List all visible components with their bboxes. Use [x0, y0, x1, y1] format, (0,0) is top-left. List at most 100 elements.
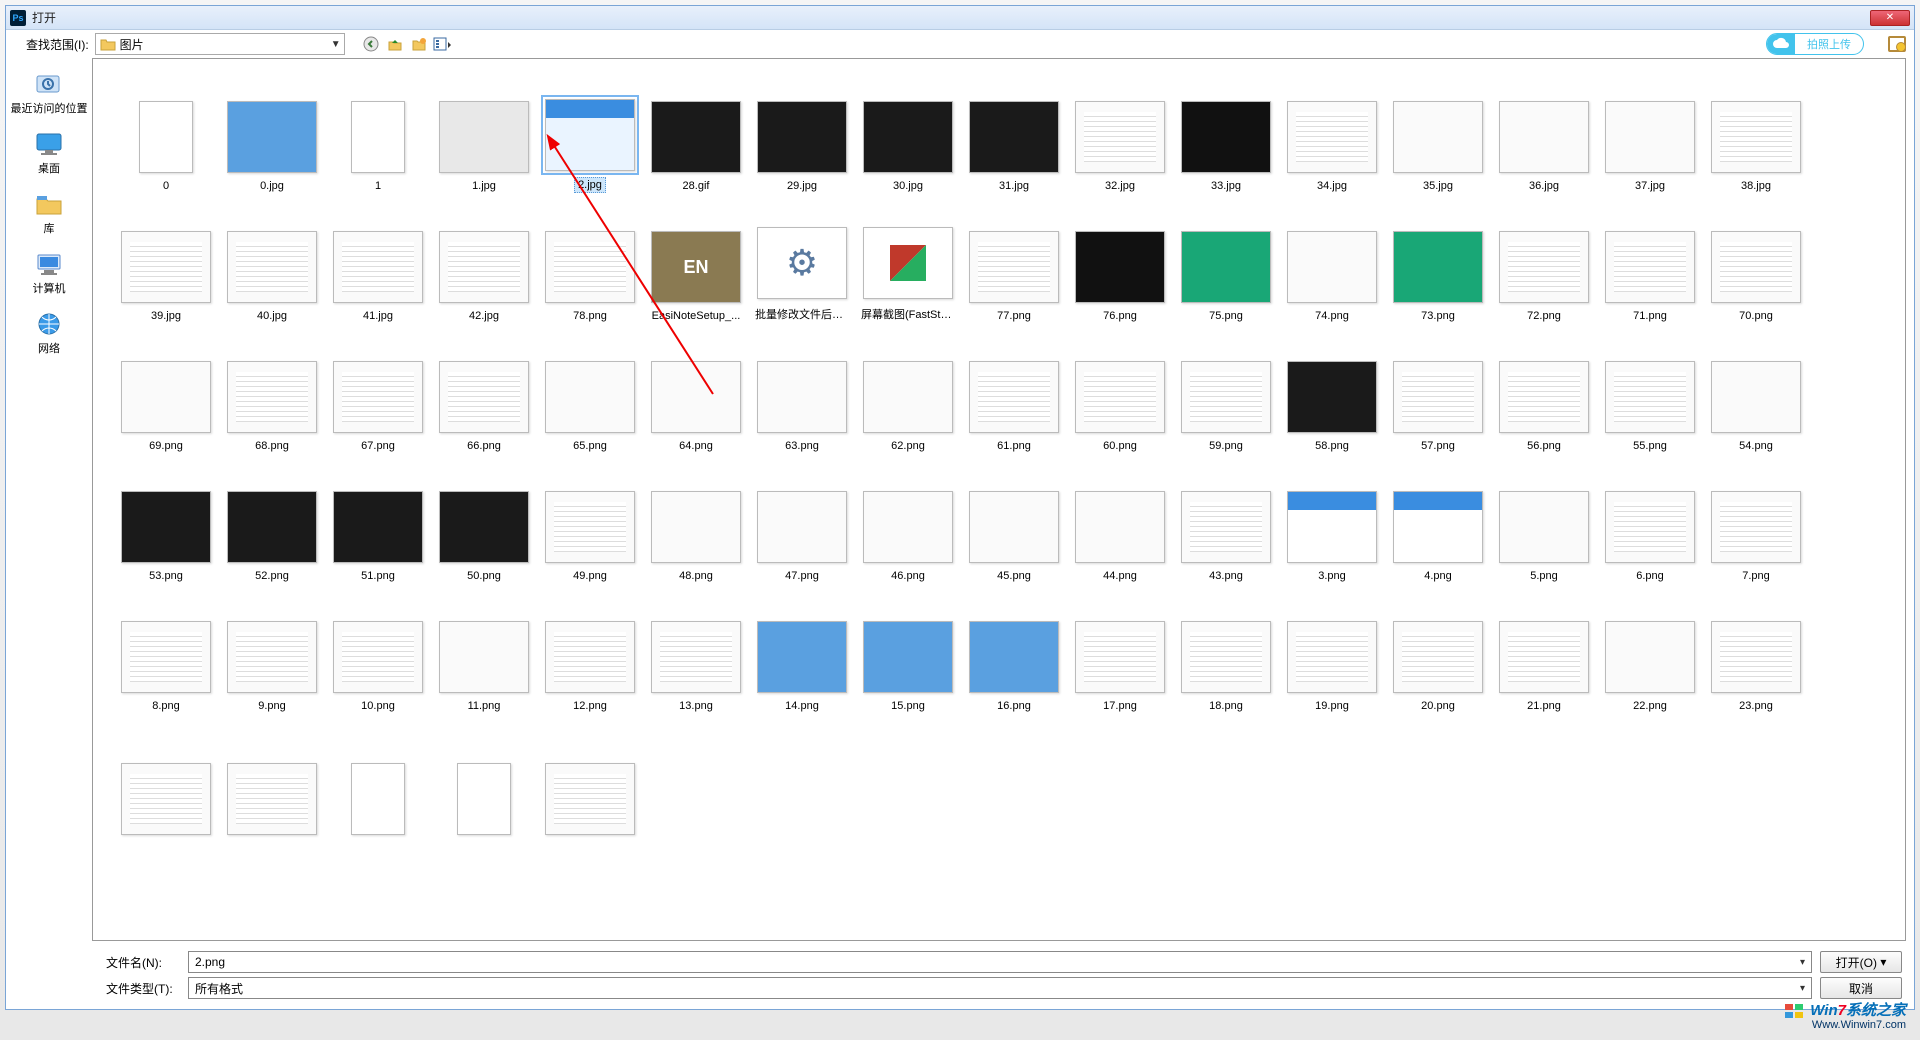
file-item[interactable]: 42.jpg: [431, 197, 537, 327]
file-item[interactable]: [219, 717, 325, 847]
camera-icon[interactable]: [1888, 36, 1906, 52]
sidebar-item-network[interactable]: 网络: [6, 304, 92, 364]
file-item[interactable]: 19.png: [1279, 587, 1385, 717]
file-item[interactable]: 40.jpg: [219, 197, 325, 327]
file-item[interactable]: 47.png: [749, 457, 855, 587]
file-item[interactable]: ENEasiNoteSetup_...: [643, 197, 749, 327]
file-item[interactable]: 15.png: [855, 587, 961, 717]
file-item[interactable]: 55.png: [1597, 327, 1703, 457]
file-item[interactable]: 58.png: [1279, 327, 1385, 457]
sidebar-item-computer[interactable]: 计算机: [6, 244, 92, 304]
filename-input[interactable]: 2.png ▾: [188, 951, 1812, 973]
sidebar-item-recent[interactable]: 最近访问的位置: [6, 64, 92, 124]
file-item[interactable]: 36.jpg: [1491, 67, 1597, 197]
file-item[interactable]: [325, 717, 431, 847]
file-item[interactable]: 16.png: [961, 587, 1067, 717]
file-item[interactable]: 65.png: [537, 327, 643, 457]
file-item[interactable]: 63.png: [749, 327, 855, 457]
file-item[interactable]: 29.jpg: [749, 67, 855, 197]
file-item[interactable]: 32.jpg: [1067, 67, 1173, 197]
file-item[interactable]: 4.png: [1385, 457, 1491, 587]
close-button[interactable]: ✕: [1870, 10, 1910, 26]
file-item[interactable]: 67.png: [325, 327, 431, 457]
file-item[interactable]: 78.png: [537, 197, 643, 327]
file-item[interactable]: 12.png: [537, 587, 643, 717]
file-item[interactable]: 56.png: [1491, 327, 1597, 457]
file-item[interactable]: [113, 717, 219, 847]
file-item[interactable]: 39.jpg: [113, 197, 219, 327]
file-item[interactable]: 20.png: [1385, 587, 1491, 717]
file-item[interactable]: 77.png: [961, 197, 1067, 327]
file-item[interactable]: 0: [113, 67, 219, 197]
sidebar-item-library[interactable]: 库: [6, 184, 92, 244]
file-item[interactable]: ⚙批量修改文件后缀.bat: [749, 197, 855, 327]
file-item[interactable]: 62.png: [855, 327, 961, 457]
file-item[interactable]: 34.jpg: [1279, 67, 1385, 197]
file-item[interactable]: 68.png: [219, 327, 325, 457]
file-item[interactable]: 48.png: [643, 457, 749, 587]
file-item[interactable]: 50.png: [431, 457, 537, 587]
file-item[interactable]: 2.jpg: [537, 67, 643, 197]
file-item[interactable]: 0.jpg: [219, 67, 325, 197]
file-item[interactable]: 70.png: [1703, 197, 1809, 327]
file-item[interactable]: 22.png: [1597, 587, 1703, 717]
file-item[interactable]: 38.jpg: [1703, 67, 1809, 197]
file-item[interactable]: 23.png: [1703, 587, 1809, 717]
file-item[interactable]: 43.png: [1173, 457, 1279, 587]
sidebar-item-desktop[interactable]: 桌面: [6, 124, 92, 184]
file-item[interactable]: 5.png: [1491, 457, 1597, 587]
file-item[interactable]: 72.png: [1491, 197, 1597, 327]
file-item[interactable]: 76.png: [1067, 197, 1173, 327]
new-folder-button[interactable]: [409, 34, 429, 54]
file-item[interactable]: [537, 717, 643, 847]
file-item[interactable]: 64.png: [643, 327, 749, 457]
file-item[interactable]: 21.png: [1491, 587, 1597, 717]
cancel-button[interactable]: 取消: [1820, 977, 1902, 999]
file-item[interactable]: 37.jpg: [1597, 67, 1703, 197]
back-button[interactable]: [361, 34, 381, 54]
file-item[interactable]: 31.jpg: [961, 67, 1067, 197]
file-item[interactable]: 14.png: [749, 587, 855, 717]
file-item[interactable]: 45.png: [961, 457, 1067, 587]
view-menu-button[interactable]: [433, 34, 453, 54]
file-item[interactable]: 59.png: [1173, 327, 1279, 457]
file-item[interactable]: 51.png: [325, 457, 431, 587]
file-item[interactable]: 57.png: [1385, 327, 1491, 457]
cloud-upload-button[interactable]: 拍照上传: [1766, 33, 1864, 55]
file-item[interactable]: 18.png: [1173, 587, 1279, 717]
file-item[interactable]: 1.jpg: [431, 67, 537, 197]
file-item[interactable]: 74.png: [1279, 197, 1385, 327]
file-item[interactable]: [431, 717, 537, 847]
file-item[interactable]: 73.png: [1385, 197, 1491, 327]
up-button[interactable]: [385, 34, 405, 54]
file-item[interactable]: 8.png: [113, 587, 219, 717]
file-item[interactable]: 52.png: [219, 457, 325, 587]
file-item[interactable]: 60.png: [1067, 327, 1173, 457]
file-item[interactable]: 17.png: [1067, 587, 1173, 717]
file-item[interactable]: 49.png: [537, 457, 643, 587]
file-item[interactable]: 33.jpg: [1173, 67, 1279, 197]
open-button[interactable]: 打开(O) ▾: [1820, 951, 1902, 973]
file-item[interactable]: 11.png: [431, 587, 537, 717]
file-item[interactable]: 屏幕截图(FastStone Cap...: [855, 197, 961, 327]
file-item[interactable]: 1: [325, 67, 431, 197]
file-item[interactable]: 41.jpg: [325, 197, 431, 327]
file-item[interactable]: 61.png: [961, 327, 1067, 457]
file-item[interactable]: 71.png: [1597, 197, 1703, 327]
file-item[interactable]: 35.jpg: [1385, 67, 1491, 197]
file-item[interactable]: 28.gif: [643, 67, 749, 197]
file-item[interactable]: 69.png: [113, 327, 219, 457]
file-item[interactable]: 6.png: [1597, 457, 1703, 587]
file-item[interactable]: 13.png: [643, 587, 749, 717]
file-item[interactable]: 75.png: [1173, 197, 1279, 327]
file-item[interactable]: 54.png: [1703, 327, 1809, 457]
file-item[interactable]: 7.png: [1703, 457, 1809, 587]
file-listing[interactable]: 00.jpg11.jpg2.jpg28.gif29.jpg30.jpg31.jp…: [92, 58, 1906, 941]
file-item[interactable]: 53.png: [113, 457, 219, 587]
file-item[interactable]: 9.png: [219, 587, 325, 717]
file-item[interactable]: 30.jpg: [855, 67, 961, 197]
file-item[interactable]: 46.png: [855, 457, 961, 587]
file-item[interactable]: 10.png: [325, 587, 431, 717]
file-item[interactable]: 44.png: [1067, 457, 1173, 587]
lookin-combo[interactable]: 图片 ▼: [95, 33, 345, 55]
